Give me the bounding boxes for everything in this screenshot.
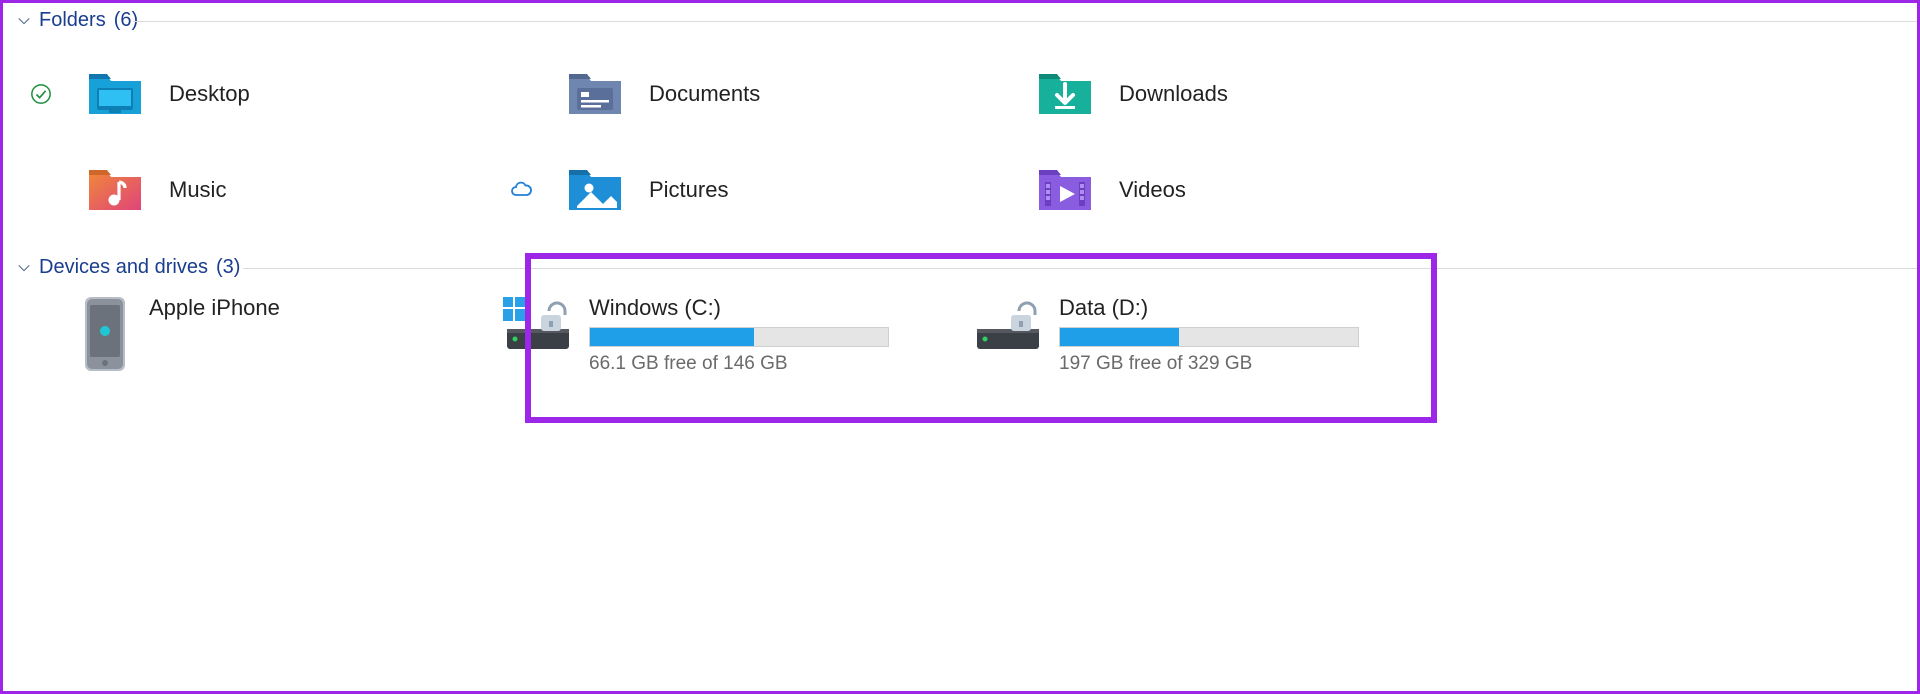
drive-d-free-text: 197 GB free of 329 GB xyxy=(1059,353,1359,375)
folders-section-title: Folders xyxy=(39,9,106,32)
device-label: Apple iPhone xyxy=(149,295,280,321)
drives-section-count: (3) xyxy=(216,256,240,279)
pictures-label: Pictures xyxy=(649,177,728,203)
chevron-down-icon xyxy=(17,14,31,28)
sync-check-icon xyxy=(21,83,61,105)
device-apple-iphone[interactable]: Apple iPhone xyxy=(21,289,501,373)
folder-downloads[interactable]: Downloads xyxy=(971,46,1441,142)
folder-music[interactable]: Music xyxy=(21,142,501,238)
drive-windows-c[interactable]: Windows (C:) 66.1 GB free of 146 GB xyxy=(501,289,971,375)
videos-folder-icon xyxy=(1029,154,1101,226)
videos-label: Videos xyxy=(1119,177,1186,203)
drive-d-name: Data (D:) xyxy=(1059,295,1359,321)
folder-videos[interactable]: Videos xyxy=(971,142,1441,238)
divider xyxy=(133,21,1917,22)
documents-label: Documents xyxy=(649,81,760,107)
drives-section-header[interactable]: Devices and drives (3) xyxy=(3,250,1917,285)
drive-d-usage-bar xyxy=(1059,327,1359,347)
drives-section-title: Devices and drives xyxy=(39,256,208,279)
folder-documents[interactable]: Documents xyxy=(501,46,971,142)
phone-device-icon xyxy=(75,295,135,373)
drives-grid: Apple iPhone Windows (C:) xyxy=(3,285,1917,375)
chevron-down-icon xyxy=(17,261,31,275)
drive-c-name: Windows (C:) xyxy=(589,295,889,321)
folder-desktop[interactable]: Desktop xyxy=(21,46,501,142)
cloud-status-icon xyxy=(501,178,541,202)
desktop-folder-icon xyxy=(79,58,151,130)
folders-grid: Desktop Documents Downlo xyxy=(3,38,1917,250)
downloads-folder-icon xyxy=(1029,58,1101,130)
music-folder-icon xyxy=(79,154,151,226)
desktop-label: Desktop xyxy=(169,81,250,107)
folders-section-header[interactable]: Folders (6) xyxy=(3,3,1917,38)
documents-folder-icon xyxy=(559,58,631,130)
music-label: Music xyxy=(169,177,226,203)
drive-c-free-text: 66.1 GB free of 146 GB xyxy=(589,353,889,375)
pictures-folder-icon xyxy=(559,154,631,226)
drive-data-d[interactable]: Data (D:) 197 GB free of 329 GB xyxy=(971,289,1441,375)
windows-drive-icon xyxy=(501,295,575,358)
downloads-label: Downloads xyxy=(1119,81,1228,107)
folder-pictures[interactable]: Pictures xyxy=(501,142,971,238)
data-drive-icon xyxy=(971,295,1045,358)
drive-c-usage-bar xyxy=(589,327,889,347)
divider xyxy=(243,268,1917,269)
